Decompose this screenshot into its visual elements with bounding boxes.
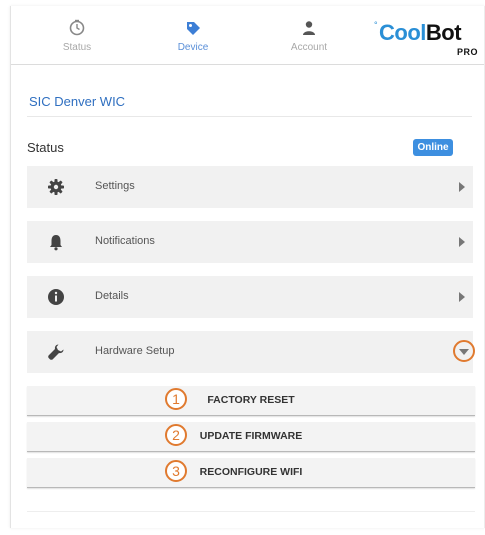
update-firmware-label: UPDATE FIRMWARE (199, 430, 303, 442)
menu-item-notifications[interactable]: Notifications (27, 221, 473, 263)
tab-status-label: Status (62, 42, 92, 53)
chevron-down-icon (459, 349, 469, 355)
wrench-icon (48, 344, 64, 360)
menu-item-label: Hardware Setup (95, 345, 175, 357)
device-name-link[interactable]: SIC Denver WIC (29, 94, 125, 109)
logo-word-cool: Cool (379, 20, 426, 45)
bell-icon (50, 235, 62, 251)
chevron-right-icon (459, 182, 465, 192)
logo-word-bot: Bot (425, 20, 462, 45)
logo-pro-tag: PRO (457, 47, 479, 57)
menu-item-hardware-setup[interactable]: Hardware Setup (27, 331, 475, 373)
divider (27, 511, 475, 512)
person-icon (303, 21, 315, 35)
factory-reset-label: FACTORY RESET (207, 394, 295, 406)
status-label: Status (27, 140, 64, 155)
menu-item-settings[interactable]: Settings (27, 166, 473, 208)
gear-icon (48, 179, 64, 195)
update-firmware-button[interactable]: 2 UPDATE FIRMWARE (27, 422, 475, 452)
menu-item-label: Settings (95, 180, 135, 192)
clock-icon (69, 19, 85, 36)
status-badge: Online (413, 139, 453, 156)
chevron-right-icon (459, 237, 465, 247)
tag-icon (187, 22, 200, 35)
chevron-right-icon (459, 292, 465, 302)
top-nav-bar: Status Device Account ° CoolBot PRO (11, 6, 484, 65)
tab-device-label: Device (177, 42, 209, 53)
reconfigure-wifi-button[interactable]: 3 RECONFIGURE WIFI (27, 458, 475, 488)
logo-degree-mark: ° (374, 20, 378, 30)
tab-account[interactable]: Account (254, 6, 364, 64)
tab-status[interactable]: Status (22, 6, 132, 64)
reconfigure-wifi-label: RECONFIGURE WIFI (199, 466, 303, 478)
status-row: Status Online (11, 134, 484, 160)
menu-item-details[interactable]: Details (27, 276, 473, 318)
menu-item-label: Notifications (95, 235, 155, 247)
menu-item-label: Details (95, 290, 129, 302)
expand-toggle-button[interactable] (453, 340, 475, 362)
app-frame: Status Device Account ° CoolBot PRO SIC … (10, 6, 485, 528)
tab-device[interactable]: Device (138, 6, 248, 64)
logo-wordmark: CoolBot (379, 20, 462, 46)
divider (27, 116, 472, 117)
factory-reset-button[interactable]: 1 FACTORY RESET (27, 386, 475, 416)
info-icon (48, 289, 64, 305)
tab-account-label: Account (290, 42, 328, 53)
coolbot-pro-logo: ° CoolBot PRO (374, 20, 479, 58)
